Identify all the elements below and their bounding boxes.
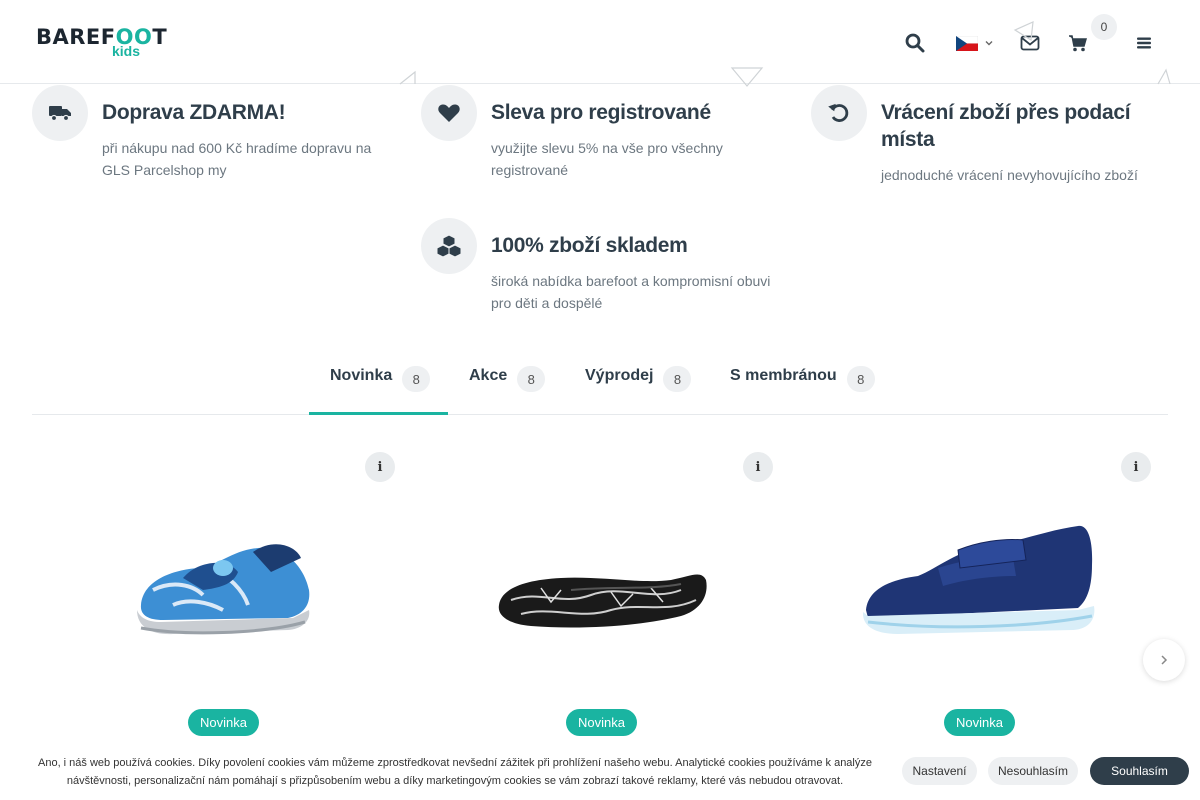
info-icon[interactable]: i <box>743 452 773 482</box>
truck-icon <box>32 85 88 141</box>
cart-icon[interactable] <box>1065 30 1091 56</box>
flag-cz-icon <box>956 35 978 51</box>
logo-wordmark: BAREFOOT <box>36 25 168 49</box>
product-image-black-ballet-flat[interactable] <box>411 510 789 700</box>
cookie-text: Ano, i náš web používá cookies. Díky pov… <box>38 757 872 787</box>
benefit-text: široká nabídka barefoot a kompromisní ob… <box>491 273 771 311</box>
tab-count: 8 <box>663 366 692 392</box>
tab-s-membranou[interactable]: S membránou 8 <box>730 356 875 415</box>
product-card[interactable]: i Novinka <box>33 440 411 740</box>
product-card[interactable]: i Novinka <box>411 440 789 740</box>
tab-vyprodej[interactable]: Výprodej 8 <box>585 356 692 415</box>
tab-label: Novinka <box>330 367 393 384</box>
new-badge: Novinka <box>944 709 1015 736</box>
cookie-settings-button[interactable]: Nastavení <box>902 757 977 785</box>
rotate-icon <box>811 85 867 141</box>
decor-triangle-icon <box>1157 68 1171 85</box>
cookie-accept-button[interactable]: Souhlasím <box>1090 757 1189 785</box>
search-icon[interactable] <box>902 30 928 56</box>
product-image-navy-sneaker[interactable] <box>788 510 1166 700</box>
info-icon[interactable]: i <box>365 452 395 482</box>
new-badge: Novinka <box>566 709 637 736</box>
cart-count-badge: 0 <box>1091 14 1117 40</box>
tab-count: 8 <box>846 366 875 392</box>
logo[interactable]: BAREFOOT kids <box>36 25 168 62</box>
language-selector[interactable] <box>954 30 996 56</box>
tab-count: 8 <box>402 366 431 392</box>
tab-label: S membránou <box>730 367 837 384</box>
heart-icon <box>421 85 477 141</box>
benefit-title: Doprava ZDARMA! <box>102 101 286 124</box>
tab-akce[interactable]: Akce 8 <box>469 356 546 415</box>
new-badge: Novinka <box>188 709 259 736</box>
benefit-title: 100% zboží skladem <box>491 234 688 257</box>
cubes-icon <box>421 218 477 274</box>
product-image-blue-sandal[interactable] <box>33 510 411 700</box>
cookie-bar: Ano, i náš web používá cookies. Díky pov… <box>0 745 1200 800</box>
info-icon[interactable]: i <box>1121 452 1151 482</box>
menu-icon[interactable] <box>1131 30 1157 56</box>
product-tabs: Novinka 8 Akce 8 Výprodej 8 S membránou … <box>32 356 1168 415</box>
benefit-title: Sleva pro registrované <box>491 101 711 124</box>
decor-triangle-icon <box>399 70 416 85</box>
decor-triangle-icon <box>730 67 764 87</box>
benefit-title: Vrácení zboží přes podací místa <box>881 101 1131 151</box>
chevron-right-icon <box>1161 655 1168 665</box>
cookie-decline-button[interactable]: Nesouhlasím <box>988 757 1078 785</box>
benefit-text: při nákupu nad 600 Kč hradíme dopravu na… <box>102 140 372 178</box>
carousel-next-button[interactable] <box>1143 639 1185 681</box>
chevron-down-icon <box>985 41 993 46</box>
decor-triangle-icon <box>1013 21 1034 42</box>
tab-label: Výprodej <box>585 367 654 384</box>
tab-label: Akce <box>469 367 508 384</box>
benefit-text: využijte slevu 5% na vše pro všechny reg… <box>491 140 723 178</box>
site-header: BAREFOOT kids 0 <box>0 0 1200 84</box>
benefit-text: jednoduché vrácení nevyhovujícího zboží <box>881 167 1138 183</box>
tab-count: 8 <box>517 366 546 392</box>
product-card[interactable]: i Novinka <box>788 440 1166 740</box>
tab-novinka[interactable]: Novinka 8 <box>309 356 448 415</box>
logo-subtext: kids <box>112 43 141 59</box>
